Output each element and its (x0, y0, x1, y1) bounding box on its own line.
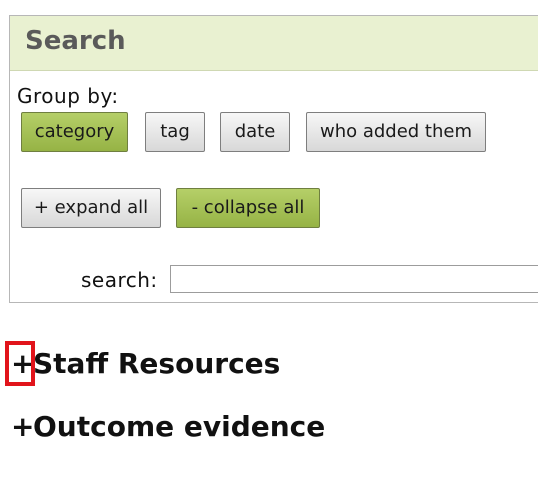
group-by-who-added-button[interactable]: who added them (306, 112, 486, 152)
section-staff-resources: +Staff Resources (5, 341, 280, 386)
panel-title: Search (25, 26, 126, 56)
section-title-outcome-evidence[interactable]: Outcome evidence (33, 410, 325, 443)
group-by-tag-button[interactable]: tag (145, 112, 205, 152)
search-input[interactable] (170, 265, 538, 293)
group-by-category-button[interactable]: category (21, 112, 128, 152)
collapse-all-button[interactable]: - collapse all (176, 188, 320, 228)
group-by-date-button[interactable]: date (220, 112, 290, 152)
expand-toggle-staff-resources[interactable]: + (5, 341, 35, 386)
section-outcome-evidence: +Outcome evidence (11, 410, 325, 443)
group-by-label: Group by: (17, 84, 119, 108)
expand-all-button[interactable]: + expand all (21, 188, 161, 228)
expand-toggle-outcome-evidence[interactable]: + (11, 410, 34, 443)
section-title-staff-resources[interactable]: Staff Resources (33, 347, 280, 380)
search-label: search: (81, 268, 158, 292)
search-panel: Search Group by: category tag date who a… (9, 15, 538, 303)
